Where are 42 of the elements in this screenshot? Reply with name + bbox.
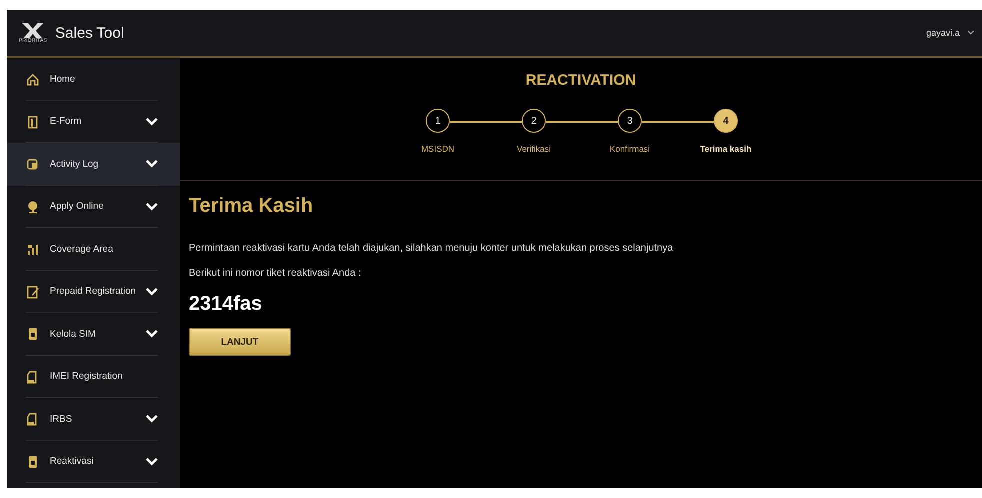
result-message: Permintaan reaktivasi kartu Anda telah diajukan, silahkan menuju konter untuk melakukan proses selanjutnya xyxy=(189,243,674,254)
chevron-down-icon[interactable] xyxy=(146,288,158,296)
page-title: REACTIVATION xyxy=(526,72,636,89)
chevron-down-icon[interactable] xyxy=(146,415,158,424)
sidebar-item[interactable]: Prepaid Registration xyxy=(7,270,180,313)
menu-icon xyxy=(26,200,40,214)
ticket-label: Berikut ini nomor tiket reaktivasi Anda : xyxy=(189,268,362,279)
step-circle: 1 xyxy=(426,109,450,133)
app-title: Sales Tool xyxy=(55,24,124,42)
sidebar-item[interactable]: Reaktivasi xyxy=(7,440,180,483)
chevron-down-icon[interactable] xyxy=(146,458,158,466)
sidebar-item[interactable]: Coverage Area xyxy=(7,228,180,270)
menu-icon xyxy=(26,114,40,129)
sidebar-item[interactable]: Apply Online xyxy=(7,186,180,228)
menu-icon xyxy=(26,284,40,299)
step-circle: 4 xyxy=(714,109,738,133)
result-heading: Terima Kasih xyxy=(189,195,314,218)
step-label: Verifikasi xyxy=(517,144,552,154)
continue-button[interactable]: LANJUT xyxy=(189,328,291,356)
sidebar-item[interactable]: IRBS xyxy=(7,398,180,440)
sidebar-item[interactable]: E-Form xyxy=(7,100,180,143)
step-label: Konfirmasi xyxy=(610,144,650,154)
menu-icon xyxy=(26,327,40,342)
sidebar-item[interactable]: Home xyxy=(7,58,180,100)
menu-icon xyxy=(26,242,40,256)
caret-icon[interactable] xyxy=(968,31,974,35)
step-label: MSISDN xyxy=(421,144,455,154)
chevron-down-icon[interactable] xyxy=(146,202,158,211)
ticket-number: 2314fas xyxy=(189,293,262,316)
menu-icon xyxy=(26,72,40,86)
chevron-down-icon[interactable] xyxy=(146,118,158,126)
chevron-down-icon[interactable] xyxy=(146,160,158,168)
menu-icon xyxy=(26,157,40,172)
chevron-down-icon[interactable] xyxy=(146,330,158,338)
sidebar-item[interactable]: Activity Log xyxy=(7,143,180,186)
step-circle: 3 xyxy=(618,109,642,133)
step-circle: 2 xyxy=(522,109,546,133)
sidebar-item[interactable]: Kelola SIM xyxy=(7,313,180,356)
user-name[interactable]: gayavi.a xyxy=(926,28,960,38)
sidebar-item[interactable]: IMEI Registration xyxy=(7,356,180,398)
menu-icon xyxy=(26,454,40,469)
step-label: Terima kasih xyxy=(700,144,752,154)
